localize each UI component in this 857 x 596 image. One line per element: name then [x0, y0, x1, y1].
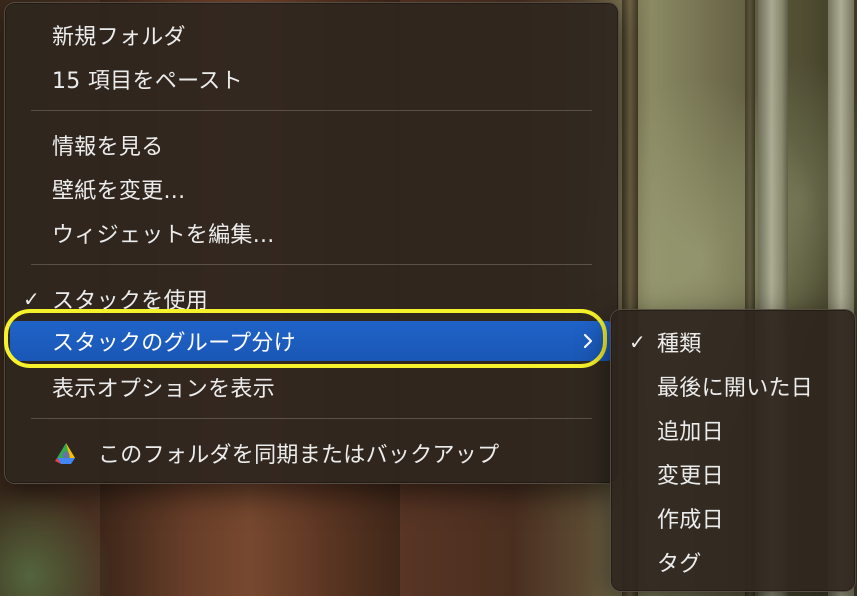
- submenu-item-label: 作成日: [657, 508, 724, 533]
- menu-item-label: 新規フォルダ: [52, 25, 186, 50]
- group-by-submenu: ✓ 種類 最後に開いた日 追加日 変更日 作成日 タグ: [610, 309, 856, 592]
- google-drive-icon: [55, 443, 75, 464]
- menu-item-label: スタックを使用: [52, 289, 209, 314]
- menu-item-show-view-options[interactable]: 表示オプションを表示: [5, 367, 618, 407]
- menu-item-new-folder[interactable]: 新規フォルダ: [5, 15, 618, 55]
- menu-item-get-info[interactable]: 情報を見る: [5, 125, 618, 165]
- submenu-item-label: 追加日: [657, 420, 724, 445]
- menu-item-label: 情報を見る: [52, 135, 164, 160]
- submenu-item-kind[interactable]: ✓ 種類: [611, 322, 855, 362]
- desktop-context-menu: 新規フォルダ 15 項目をペースト 情報を見る 壁紙を変更... ウィジェットを…: [4, 2, 619, 484]
- checkmark-icon: ✓: [23, 287, 41, 311]
- chevron-right-icon: [583, 333, 593, 349]
- menu-item-sync-or-backup-folder[interactable]: このフォルダを同期またはバックアップ: [5, 433, 618, 473]
- menu-item-label: 15 項目をペースト: [52, 69, 243, 94]
- menu-item-paste-items[interactable]: 15 項目をペースト: [5, 59, 618, 99]
- menu-separator: [31, 110, 592, 111]
- menu-item-label: 表示オプションを表示: [52, 377, 276, 402]
- menu-separator: [31, 418, 592, 419]
- submenu-item-tags[interactable]: タグ: [611, 542, 855, 582]
- menu-item-label: スタックのグループ分け: [52, 331, 296, 356]
- submenu-item-label: 変更日: [657, 464, 724, 489]
- menu-item-change-wallpaper[interactable]: 壁紙を変更...: [5, 169, 618, 209]
- menu-item-use-stacks[interactable]: ✓ スタックを使用: [5, 279, 618, 319]
- submenu-item-date-created[interactable]: 作成日: [611, 498, 855, 538]
- menu-item-group-stacks-by[interactable]: スタックのグループ分け: [10, 321, 613, 361]
- submenu-item-label: 種類: [657, 332, 702, 357]
- menu-item-label: ウィジェットを編集...: [52, 223, 275, 248]
- menu-separator: [31, 264, 592, 265]
- submenu-item-label: 最後に開いた日: [657, 376, 814, 401]
- menu-item-label: このフォルダを同期またはバックアップ: [98, 443, 500, 468]
- menu-item-edit-widgets[interactable]: ウィジェットを編集...: [5, 213, 618, 253]
- submenu-item-date-modified[interactable]: 変更日: [611, 454, 855, 494]
- submenu-item-date-last-opened[interactable]: 最後に開いた日: [611, 366, 855, 406]
- submenu-item-label: タグ: [657, 552, 702, 577]
- checkmark-icon: ✓: [629, 330, 647, 354]
- menu-item-label: 壁紙を変更...: [52, 179, 186, 204]
- submenu-item-date-added[interactable]: 追加日: [611, 410, 855, 450]
